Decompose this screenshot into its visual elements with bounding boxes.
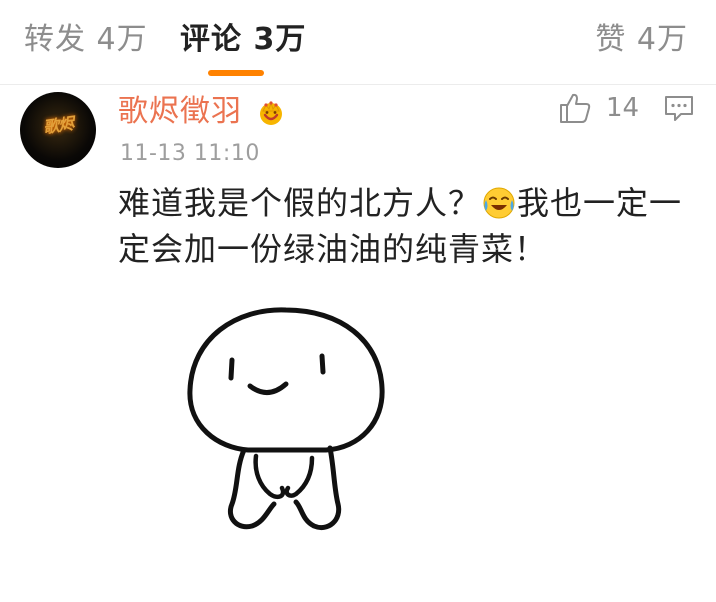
avatar[interactable]: 歌烬	[20, 92, 96, 168]
weibo-comment-page: 转发 4万 评论 3万 赞 4万 歌烬 歌烬徵羽 11-13 11:10 14	[0, 0, 716, 602]
comment-text-part1: 难道我是个假的北方人？	[118, 184, 482, 222]
avatar-logo-text: 歌烬	[42, 113, 75, 137]
active-tab-indicator	[208, 70, 264, 76]
comment-text: 难道我是个假的北方人？ 我也一定一定会加一份绿油油的纯青菜！	[118, 180, 698, 272]
smiling-doodle-figure-sticker[interactable]	[178, 298, 398, 538]
thumbs-up-icon	[560, 93, 591, 123]
reply-button[interactable]	[664, 94, 694, 122]
username[interactable]: 歌烬徵羽	[118, 94, 242, 129]
username-row: 歌烬徵羽	[118, 92, 282, 132]
tab-repost[interactable]: 转发 4万	[24, 20, 148, 60]
divider	[0, 84, 716, 85]
comment-timestamp: 11-13 11:10	[120, 141, 260, 166]
tab-bar: 转发 4万 评论 3万 赞 4万	[0, 0, 716, 82]
tab-likes[interactable]: 赞 4万	[595, 20, 688, 60]
comment-bubble-icon	[665, 96, 693, 121]
tab-comments[interactable]: 评论 3万	[180, 20, 306, 60]
like-count: 14	[606, 93, 640, 123]
like-button[interactable]: 14	[558, 90, 640, 126]
vip-crown-icon	[260, 101, 282, 125]
laugh-cry-emoji-icon	[483, 187, 515, 219]
